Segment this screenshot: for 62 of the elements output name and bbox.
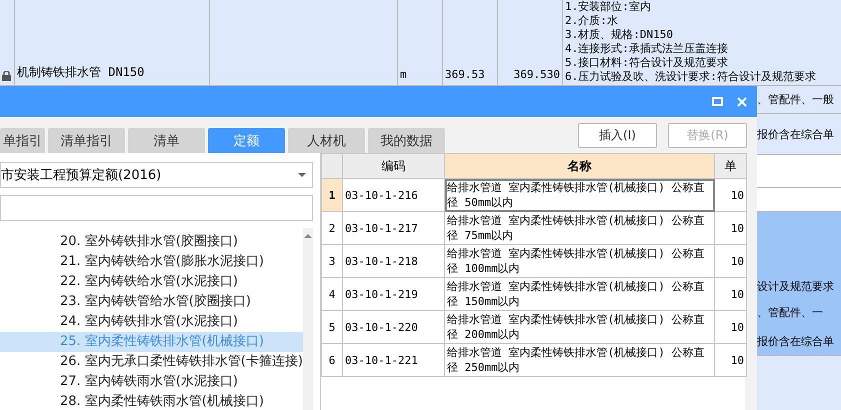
table-cell: 给排水管道 室内柔性铸铁排水管(机械接口) 公称直径 100mm以内 xyxy=(444,244,714,278)
table-cell: 给排水管道 室内柔性铸铁排水管(机械接口) 公称直径 150mm以内 xyxy=(444,278,714,310)
feature-line: 3.材质、规格:DN150 xyxy=(565,28,674,42)
row-number[interactable]: 4 xyxy=(322,278,342,310)
table-cell: 03-10-1-218 xyxy=(342,244,444,278)
tab[interactable]: 人材机 xyxy=(288,128,365,153)
row-number[interactable]: 3 xyxy=(322,244,342,278)
tab[interactable]: 我的数据 xyxy=(368,128,445,153)
close-icon[interactable] xyxy=(737,96,747,106)
tree-item[interactable]: 26. 室内无承口柔性铸铁排水管(卡箍连接) xyxy=(0,352,303,372)
selected-side-cell: 、管配件、一 xyxy=(757,298,841,327)
table-cell: 10 xyxy=(714,344,746,376)
feature-line: 5.接口材料:符合设计及规范要求 xyxy=(565,56,729,70)
feature-line: 1.安装部位:室内 xyxy=(565,0,652,14)
tree-item[interactable]: 28. 室内柔性铸铁雨水管(机械接口) xyxy=(0,392,303,410)
table-cell: 03-10-1-220 xyxy=(342,310,444,344)
scrollbar[interactable] xyxy=(302,228,313,410)
tree-item[interactable]: 27. 室内铸铁雨水管(水泥接口) xyxy=(0,372,303,392)
table-cell: 03-10-1-216 xyxy=(342,178,444,212)
row-number[interactable]: 6 xyxy=(322,344,342,376)
scroll-up-icon[interactable] xyxy=(304,234,312,238)
tree-item[interactable]: 20. 室外铸铁排水管(胶圈接口) xyxy=(0,232,303,252)
row-number[interactable]: 5 xyxy=(322,310,342,344)
search-field[interactable] xyxy=(0,195,313,221)
item-name: 机制铸铁排水管 DN150 xyxy=(17,64,144,81)
table-cell: 给排水管道 室内柔性铸铁排水管(机械接口) 公称直径 50mm以内 xyxy=(444,178,714,212)
table-cell: 03-10-1-219 xyxy=(342,278,444,310)
column-header[interactable]: 单 xyxy=(714,154,746,178)
tree-item[interactable]: 24. 室内铸铁排水管(水泥接口) xyxy=(0,312,303,332)
column-header[interactable]: 编码 xyxy=(342,154,444,178)
tab[interactable]: 清单指引 xyxy=(48,128,125,153)
table-cell: 给排水管道 室内柔性铸铁排水管(机械接口) 公称直径 75mm以内 xyxy=(444,212,714,244)
maximize-icon[interactable] xyxy=(712,97,723,106)
lock-icon xyxy=(2,71,11,81)
row-number[interactable]: 2 xyxy=(322,212,342,244)
table-cell: 03-10-1-221 xyxy=(342,344,444,376)
table-cell: 给排水管道 室内柔性铸铁排水管(机械接口) 公称直径 250mm以内 xyxy=(444,344,714,376)
column-header[interactable]: 名称 xyxy=(444,154,714,178)
feature-line: 6.压力试验及吹、洗设计要求:符合设计及规范要求 xyxy=(565,70,817,84)
tab[interactable]: 单指引 xyxy=(0,128,45,153)
insert-button[interactable]: 插入(I) xyxy=(578,123,657,148)
tree-item[interactable]: 22. 室内铸铁给水管(水泥接口) xyxy=(0,272,303,292)
row-number[interactable]: 1 xyxy=(322,178,342,212)
table-cell: 03-10-1-217 xyxy=(342,212,444,244)
unit-text: m xyxy=(400,68,407,81)
feature-line: 2.介质:水 xyxy=(565,14,619,28)
table-cell: 10 xyxy=(714,310,746,344)
tree-item[interactable]: 21. 室内铸铁给水管(膨胀水泥接口) xyxy=(0,252,303,272)
quantity-text: 369.53 xyxy=(445,68,485,81)
library-dropdown[interactable]: 市安装工程预算定额(2016) xyxy=(0,162,313,188)
selected-side-cell: 报价含在综合单 xyxy=(757,327,841,356)
tab[interactable]: 清单 xyxy=(128,128,205,153)
amount-text: 369.530 xyxy=(514,68,560,81)
table-cell: 10 xyxy=(714,244,746,278)
table-cell: 10 xyxy=(714,178,746,212)
dropdown-caret-icon xyxy=(298,173,306,177)
table-cell: 给排水管道 室内柔性铸铁排水管(机械接口) 公称直径 200mm以内 xyxy=(444,310,714,344)
table-cell: 10 xyxy=(714,278,746,310)
tree-item[interactable]: 23. 室内铸铁管给水管(胶圈接口) xyxy=(0,292,303,312)
selected-side-cell: 设计及规范要求 xyxy=(757,212,841,298)
table-cell: 10 xyxy=(714,212,746,244)
feature-line: 4.连接形式:承插式法兰压盖连接 xyxy=(565,42,729,56)
